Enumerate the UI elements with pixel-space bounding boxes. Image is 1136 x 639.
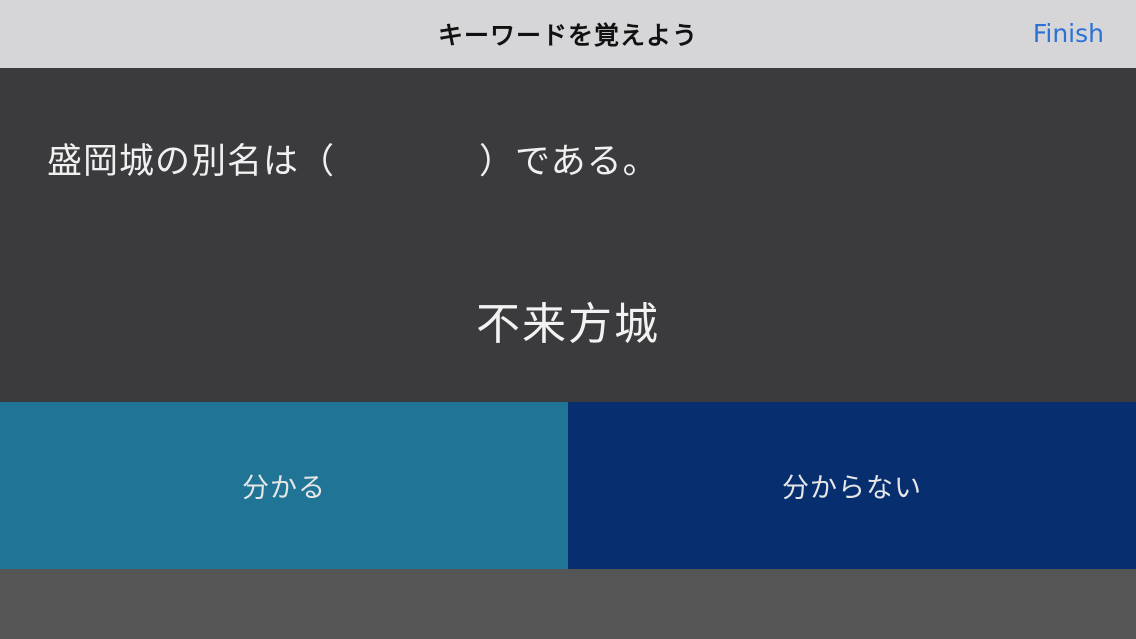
footer-area: [0, 569, 1136, 639]
finish-button[interactable]: Finish: [1033, 0, 1104, 68]
question-text: 盛岡城の別名は（ ）である。: [47, 142, 659, 182]
know-button[interactable]: 分かる: [0, 402, 568, 569]
answer-button-row: 分かる 分からない: [0, 402, 1136, 569]
page-title: キーワードを覚えよう: [437, 21, 698, 50]
answer-text: 不来方城: [476, 299, 660, 350]
navigation-bar: キーワードを覚えよう Finish: [0, 0, 1136, 68]
know-button-label: 分かる: [242, 473, 326, 504]
dont-know-button[interactable]: 分からない: [568, 402, 1136, 569]
flashcard: 盛岡城の別名は（ ）である。 不来方城: [0, 68, 1136, 402]
dont-know-button-label: 分からない: [782, 473, 922, 504]
